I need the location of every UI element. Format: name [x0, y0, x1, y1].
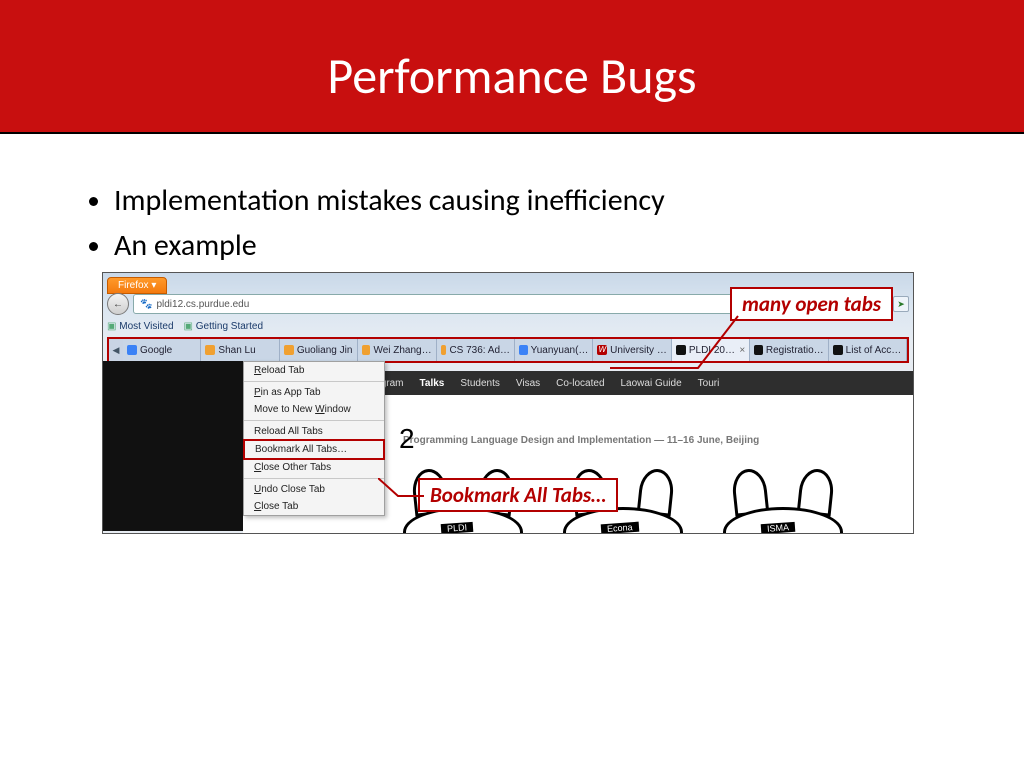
ctx-item[interactable]: Close Other Tabs: [244, 459, 384, 476]
slide-body: Implementation mistakes causing ineffici…: [0, 134, 1024, 534]
ctx-item-bookmark-all-highlighted[interactable]: Bookmark All Tabs…: [243, 439, 385, 460]
tab-strip-highlighted: ◀ Google Shan Lu Guoliang Jin Wei Zhang……: [107, 337, 909, 363]
ctx-item[interactable]: Move to New Window: [244, 401, 384, 418]
ctx-separator: [244, 420, 384, 421]
browser-tab[interactable]: WUniversity …: [593, 339, 671, 361]
back-button[interactable]: ←: [107, 293, 129, 315]
site-nav-item[interactable]: Co-located: [556, 378, 604, 389]
browser-tab[interactable]: Yuanyuan(…: [515, 339, 593, 361]
url-text: pldi12.cs.purdue.edu: [156, 299, 249, 310]
tab-scroll-left[interactable]: ◀: [109, 339, 123, 361]
ctx-separator: [244, 381, 384, 382]
panda-logo: ISMA: [723, 477, 843, 533]
browser-tab[interactable]: Google: [123, 339, 201, 361]
browser-tab[interactable]: Wei Zhang…: [358, 339, 436, 361]
site-nav-item[interactable]: Students: [460, 378, 499, 389]
tab-context-menu: Reload Tab Pin as App Tab Move to New Wi…: [243, 361, 385, 516]
browser-tab[interactable]: Shan Lu: [201, 339, 279, 361]
annotation-many-open-tabs: many open tabs: [730, 287, 893, 321]
tab-close-icon[interactable]: ×: [739, 345, 745, 356]
page-sidebar-dark: [103, 361, 243, 531]
browser-tab[interactable]: CS 736: Ad…: [437, 339, 515, 361]
firefox-app-button[interactable]: Firefox ▾: [107, 277, 167, 294]
go-arrow-icon[interactable]: ➤: [893, 296, 909, 312]
ctx-item[interactable]: Pin as App Tab: [244, 384, 384, 401]
year-trailing-digit: 2: [399, 423, 415, 455]
bullet-item: Implementation mistakes causing ineffici…: [114, 182, 964, 219]
site-nav-item[interactable]: Visas: [516, 378, 540, 389]
browser-tab-active[interactable]: PLDI 20…×: [672, 339, 750, 361]
site-nav-item[interactable]: Laowai Guide: [621, 378, 682, 389]
bookmark-item[interactable]: Most Visited: [107, 321, 174, 332]
annotation-bookmark-all-tabs: Bookmark All Tabs…: [418, 478, 618, 512]
firefox-app-label: Firefox: [118, 280, 149, 291]
slide-title: Performance Bugs: [327, 26, 696, 107]
ctx-item[interactable]: Close Tab: [244, 498, 384, 515]
browser-tab[interactable]: List of Acc…: [829, 339, 907, 361]
ctx-item[interactable]: Reload All Tabs: [244, 423, 384, 440]
bullet-item: An example: [114, 227, 964, 264]
bookmark-item[interactable]: Getting Started: [184, 321, 264, 332]
ctx-item[interactable]: Undo Close Tab: [244, 481, 384, 498]
site-nav-item[interactable]: Touri: [698, 378, 720, 389]
site-nav-item-active[interactable]: Talks: [420, 378, 445, 389]
ctx-item[interactable]: Reload Tab: [244, 362, 384, 379]
browser-tab[interactable]: Registratio…: [750, 339, 828, 361]
slide-title-bar: Performance Bugs: [0, 0, 1024, 134]
bullet-list: Implementation mistakes causing ineffici…: [80, 182, 964, 264]
browser-tab[interactable]: Guoliang Jin: [280, 339, 358, 361]
site-identity-icon: 🐾: [140, 299, 152, 310]
ctx-separator: [244, 478, 384, 479]
